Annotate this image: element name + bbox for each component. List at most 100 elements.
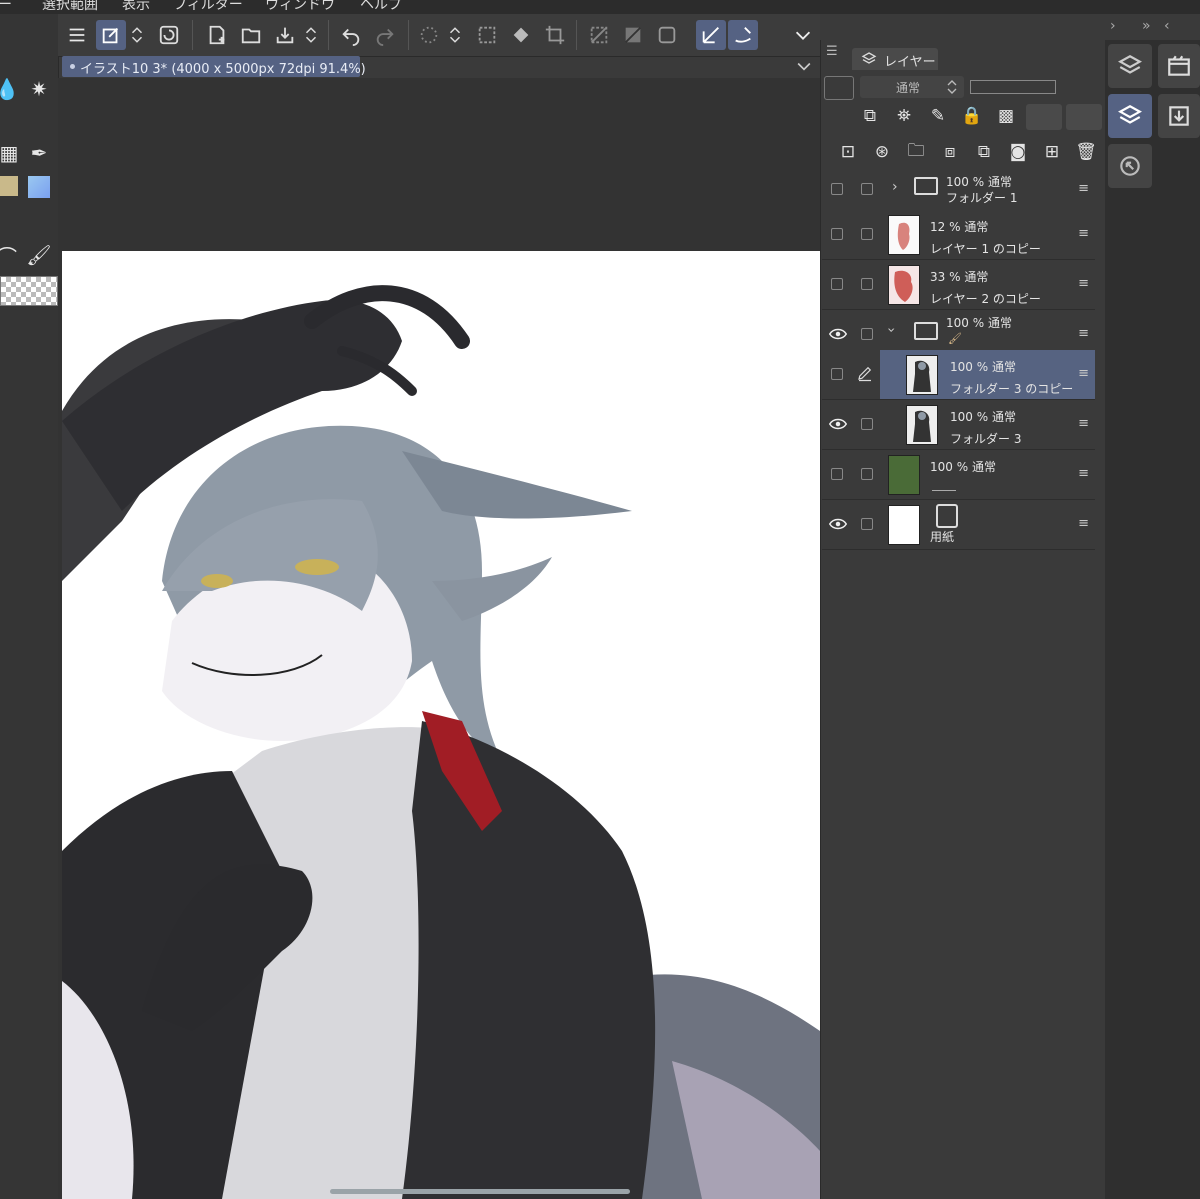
menu-item-filter[interactable]: フィルター xyxy=(173,0,243,14)
select-toggle[interactable] xyxy=(861,183,873,195)
blend-mode-select[interactable]: 通常 xyxy=(860,76,964,98)
crop-icon[interactable] xyxy=(540,20,570,50)
stepper-icon-3[interactable] xyxy=(446,20,464,50)
layer-property-icon[interactable] xyxy=(1108,44,1152,88)
merge-icon[interactable]: ⧉ xyxy=(972,140,996,164)
drag-handle-icon[interactable]: ≡ xyxy=(1078,226,1089,241)
redo-icon[interactable] xyxy=(370,20,400,50)
collapse-right-icon[interactable]: › xyxy=(1110,18,1116,34)
collapse-chevron-icon[interactable] xyxy=(788,20,818,50)
brush-icon[interactable]: 🖌 xyxy=(26,242,52,268)
chevron-down-icon[interactable]: › xyxy=(883,327,899,333)
drag-handle-icon[interactable]: ≡ xyxy=(1078,366,1089,381)
layer-row-folder-3[interactable]: 100 % 通常 フォルダー 3 ≡ xyxy=(822,400,1095,450)
texture-swatch-icon[interactable] xyxy=(0,176,18,196)
panel-menu-icon[interactable]: ☰ xyxy=(826,44,844,62)
open-folder-icon[interactable] xyxy=(236,20,266,50)
menu-item-edit[interactable]: ー xyxy=(0,0,12,14)
invert-selection-icon[interactable] xyxy=(618,20,648,50)
menu-item-selection[interactable]: 選択範囲 xyxy=(42,0,98,14)
stepper-icon[interactable] xyxy=(128,20,146,50)
expand-double-icon[interactable]: » xyxy=(1142,18,1151,34)
layer-row-fill[interactable]: 100 % 通常 ≡ xyxy=(822,450,1095,500)
apply-mask-icon[interactable]: ⊞ xyxy=(1040,140,1064,164)
select-toggle[interactable] xyxy=(861,468,873,480)
visibility-toggle[interactable] xyxy=(831,468,843,480)
draft-icon[interactable]: ✎ xyxy=(926,104,950,128)
select-all-icon[interactable] xyxy=(472,20,502,50)
layer-row-folder-1[interactable]: › 100 % 通常 フォルダー 1 ≡ xyxy=(822,165,1095,215)
visibility-toggle[interactable] xyxy=(831,228,843,240)
eye-icon[interactable] xyxy=(828,514,848,534)
lock-icon[interactable]: 🔒 xyxy=(960,104,984,128)
navigator-icon[interactable] xyxy=(1108,144,1152,188)
visibility-toggle[interactable] xyxy=(831,183,843,195)
stepper-icon-2[interactable] xyxy=(302,20,320,50)
drag-handle-icon[interactable]: ≡ xyxy=(1078,326,1089,341)
undo-icon[interactable] xyxy=(336,20,366,50)
sparkle-icon[interactable]: ✷ xyxy=(26,76,52,102)
drag-handle-icon[interactable]: ≡ xyxy=(1078,466,1089,481)
layer-row-paper[interactable]: 用紙 ≡ xyxy=(822,500,1095,550)
mask-show-icon[interactable] xyxy=(1066,104,1102,130)
eye-icon[interactable] xyxy=(828,414,848,434)
collapse-left-icon[interactable]: ‹ xyxy=(1164,18,1170,34)
fill-icon[interactable] xyxy=(506,20,536,50)
transform-tool-icon[interactable] xyxy=(96,20,126,50)
drawing-canvas[interactable] xyxy=(62,251,820,1199)
menu-item-view[interactable]: 表示 xyxy=(122,0,150,14)
drag-handle-icon[interactable]: ≡ xyxy=(1078,181,1089,196)
select-toggle[interactable] xyxy=(861,228,873,240)
lock-transparency-icon[interactable]: ▩ xyxy=(994,104,1018,128)
layer-row-folder-3-copy[interactable]: 100 % 通常 フォルダー 3 のコピー ≡ xyxy=(822,350,1095,400)
select-toggle[interactable] xyxy=(861,278,873,290)
select-toggle[interactable] xyxy=(861,518,873,530)
menu-icon[interactable] xyxy=(62,20,92,50)
layer-row-layer-2-copy[interactable]: 33 % 通常 レイヤー 2 のコピー ≡ xyxy=(822,260,1095,310)
save-icon[interactable] xyxy=(270,20,300,50)
document-tab-chevron-icon[interactable] xyxy=(794,56,814,76)
transfer-down-icon[interactable]: ⧈ xyxy=(938,140,962,164)
opacity-slider[interactable] xyxy=(970,80,1056,94)
pen-edit-icon[interactable] xyxy=(856,364,876,384)
tab-layers[interactable]: レイヤー xyxy=(852,48,938,70)
new-vector-layer-icon[interactable]: ⊛ xyxy=(870,140,894,164)
reference-icon[interactable]: ⛯ xyxy=(892,104,916,128)
layer-color-icon[interactable] xyxy=(824,76,854,100)
spiral-icon[interactable] xyxy=(154,20,184,50)
clip-icon[interactable]: ⧉ xyxy=(858,104,882,128)
layer-row-layer-1-copy[interactable]: 12 % 通常 レイヤー 1 のコピー ≡ xyxy=(822,210,1095,260)
new-folder-icon[interactable]: 🗀 xyxy=(904,140,928,164)
brush-settings-icon[interactable] xyxy=(728,20,758,50)
new-file-icon[interactable] xyxy=(202,20,232,50)
menu-item-help[interactable]: ヘルプ xyxy=(360,0,402,14)
layers-dock-icon[interactable] xyxy=(1108,94,1152,138)
chevron-right-icon[interactable]: › xyxy=(892,179,898,195)
loading-icon[interactable] xyxy=(414,20,444,50)
drag-handle-icon[interactable]: ≡ xyxy=(1078,516,1089,531)
water-drop-icon[interactable]: 💧 xyxy=(0,76,20,102)
ruler-snap-icon[interactable] xyxy=(696,20,726,50)
lasso-icon[interactable]: ⌒ xyxy=(0,242,20,269)
mask-icon[interactable]: ◙ xyxy=(1006,140,1030,164)
transparent-color-swatch[interactable] xyxy=(0,276,58,306)
eye-icon[interactable] xyxy=(828,324,848,344)
delete-layer-icon[interactable]: 🗑 xyxy=(1074,140,1098,164)
color-swatch-icon[interactable] xyxy=(28,176,50,198)
visibility-toggle[interactable] xyxy=(831,368,843,380)
pattern-icon[interactable]: ▦ xyxy=(0,140,22,166)
import-icon[interactable] xyxy=(1158,94,1200,138)
frame-icon[interactable] xyxy=(652,20,682,50)
mask-enable-icon[interactable] xyxy=(1026,104,1062,130)
select-toggle[interactable] xyxy=(861,328,873,340)
drag-handle-icon[interactable]: ≡ xyxy=(1078,416,1089,431)
drag-handle-icon[interactable]: ≡ xyxy=(1078,276,1089,291)
visibility-toggle[interactable] xyxy=(831,278,843,290)
document-tab[interactable]: イラスト10 3* (4000 x 5000px 72dpi 91.4%) xyxy=(62,56,366,77)
menu-item-window[interactable]: ウィンドウ xyxy=(265,0,335,14)
select-toggle[interactable] xyxy=(861,418,873,430)
new-raster-layer-icon[interactable]: ⊡ xyxy=(836,140,860,164)
clear-selection-icon[interactable] xyxy=(584,20,614,50)
pen-icon[interactable]: ✒ xyxy=(26,140,52,166)
animation-icon[interactable] xyxy=(1158,44,1200,88)
